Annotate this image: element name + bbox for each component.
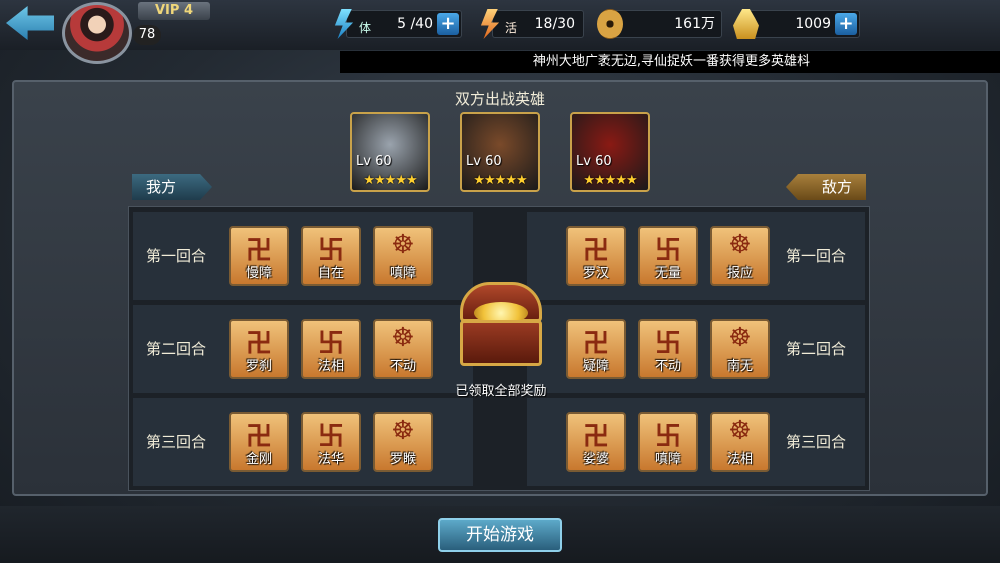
gold-counter: 1009 + — [733, 9, 860, 39]
skill-tile[interactable]: 卐法华 — [301, 412, 361, 472]
stamina-counter: 体 5 /40 + — [334, 9, 462, 39]
skill-tile[interactable]: 卍疑障 — [566, 319, 626, 379]
energy-value: 18/30 — [534, 16, 575, 32]
skill-label: 罗刹 — [245, 359, 272, 374]
skill-label: 不动 — [389, 359, 416, 374]
skill-label: 罗汉 — [582, 266, 609, 281]
skill-tile[interactable]: 卐法相 — [301, 319, 361, 379]
skill-tile[interactable]: 卐无量 — [638, 226, 698, 286]
treasure-chest-icon[interactable] — [456, 282, 546, 370]
back-arrow-icon[interactable] — [6, 6, 54, 40]
coins-value: 161万 — [674, 16, 715, 32]
hero-stars: ★★★★★ — [363, 173, 417, 188]
skill-tile[interactable]: 卍娑婆 — [566, 412, 626, 472]
skill-tile[interactable]: ☸ 嗔障 — [373, 226, 433, 286]
top-bar: VIP 4 78 体 5 /40 + 活 18/30 161万 1009 + — [0, 0, 1000, 64]
skill-label: 嗔障 — [654, 452, 681, 467]
skill-label: 慢障 — [245, 266, 272, 281]
skill-label: 南无 — [726, 359, 753, 374]
skill-label: 嗔障 — [389, 266, 416, 281]
game-screen: VIP 4 78 体 5 /40 + 活 18/30 161万 1009 + 神… — [0, 0, 1000, 563]
vip-badge[interactable]: VIP 4 — [138, 2, 210, 20]
skill-label: 金刚 — [245, 452, 272, 467]
coins-counter: 161万 — [597, 9, 722, 39]
hero-card[interactable]: Lv 60 ★★★★★ — [350, 112, 430, 192]
skill-label: 法华 — [317, 452, 344, 467]
sanskrit-glyph-icon: ☸ — [728, 416, 752, 446]
skill-tile[interactable]: ☸ 报应 — [710, 226, 770, 286]
panel-title: 双方出战英雄 — [454, 90, 545, 108]
chest-caption: 已领取全部奖励 — [455, 384, 547, 399]
round-label-ours: 第二回合 — [146, 340, 207, 358]
sanskrit-glyph-icon: ☸ — [728, 323, 752, 353]
skill-label: 自在 — [317, 266, 344, 281]
skill-tile[interactable]: ☸ 法相 — [710, 412, 770, 472]
hero-level: Lv 60 — [576, 154, 612, 169]
skill-label: 娑婆 — [582, 452, 609, 467]
skill-label: 法相 — [726, 452, 753, 467]
skill-label: 法相 — [317, 359, 344, 374]
skill-tile[interactable]: ☸ 罗睺 — [373, 412, 433, 472]
add-stamina-button[interactable]: + — [437, 13, 459, 35]
hero-level: Lv 60 — [466, 154, 502, 169]
skill-tile[interactable]: ☸ 不动 — [373, 319, 433, 379]
sanskrit-glyph-icon: ☸ — [391, 323, 415, 353]
hero-card[interactable]: Lv 60 ★★★★★ — [460, 112, 540, 192]
skill-tile[interactable]: 卍罗汉 — [566, 226, 626, 286]
energy-counter: 活 18/30 — [480, 9, 584, 39]
news-ticker: 神州大地广袤无边,寻仙捉妖一番获得更多英雄枓 — [340, 51, 1000, 73]
skill-tile[interactable]: 卐自在 — [301, 226, 361, 286]
hero-card[interactable]: Lv 60 ★★★★★ — [570, 112, 650, 192]
hero-stars: ★★★★★ — [473, 173, 527, 188]
skill-tile[interactable]: 卍罗刹 — [229, 319, 289, 379]
hero-stars: ★★★★★ — [583, 173, 637, 188]
add-gold-button[interactable]: + — [835, 13, 857, 35]
sanskrit-glyph-icon: ☸ — [728, 230, 752, 260]
round-label-ours: 第一回合 — [146, 247, 207, 265]
skill-tile[interactable]: ☸ 南无 — [710, 319, 770, 379]
stamina-value: 5 /40 — [397, 16, 433, 32]
sanskrit-glyph-icon: ☸ — [391, 230, 415, 260]
skill-tile[interactable]: 卐嗔障 — [638, 412, 698, 472]
round-label-enemy: 第一回合 — [786, 247, 847, 265]
round-label-ours: 第三回合 — [146, 433, 207, 451]
skill-tile[interactable]: 卍慢障 — [229, 226, 289, 286]
skill-tile[interactable]: 卍金刚 — [229, 412, 289, 472]
copper-coin-icon — [597, 9, 623, 39]
enemy-side-tag: 敌方 — [786, 174, 866, 200]
player-avatar[interactable] — [62, 2, 132, 64]
our-side-tag: 我方 — [132, 174, 212, 200]
skill-label: 罗睺 — [389, 452, 416, 467]
gold-value: 1009 — [795, 16, 831, 32]
skill-label: 无量 — [654, 266, 681, 281]
player-level: 78 — [133, 25, 161, 45]
sanskrit-glyph-icon: ☸ — [391, 416, 415, 446]
skill-label: 不动 — [654, 359, 681, 374]
round-label-enemy: 第二回合 — [786, 340, 847, 358]
energy-badge: 活 — [505, 21, 518, 35]
skill-tile[interactable]: 卐不动 — [638, 319, 698, 379]
skill-label: 疑障 — [582, 359, 609, 374]
skill-label: 报应 — [726, 266, 753, 281]
hero-level: Lv 60 — [356, 154, 392, 169]
stamina-bolt-icon — [334, 9, 354, 39]
gold-ingot-icon — [733, 9, 759, 39]
round-label-enemy: 第三回合 — [786, 433, 847, 451]
stamina-badge: 体 — [359, 21, 372, 35]
start-game-button[interactable]: 开始游戏 — [438, 518, 562, 552]
energy-bolt-icon — [480, 9, 500, 39]
